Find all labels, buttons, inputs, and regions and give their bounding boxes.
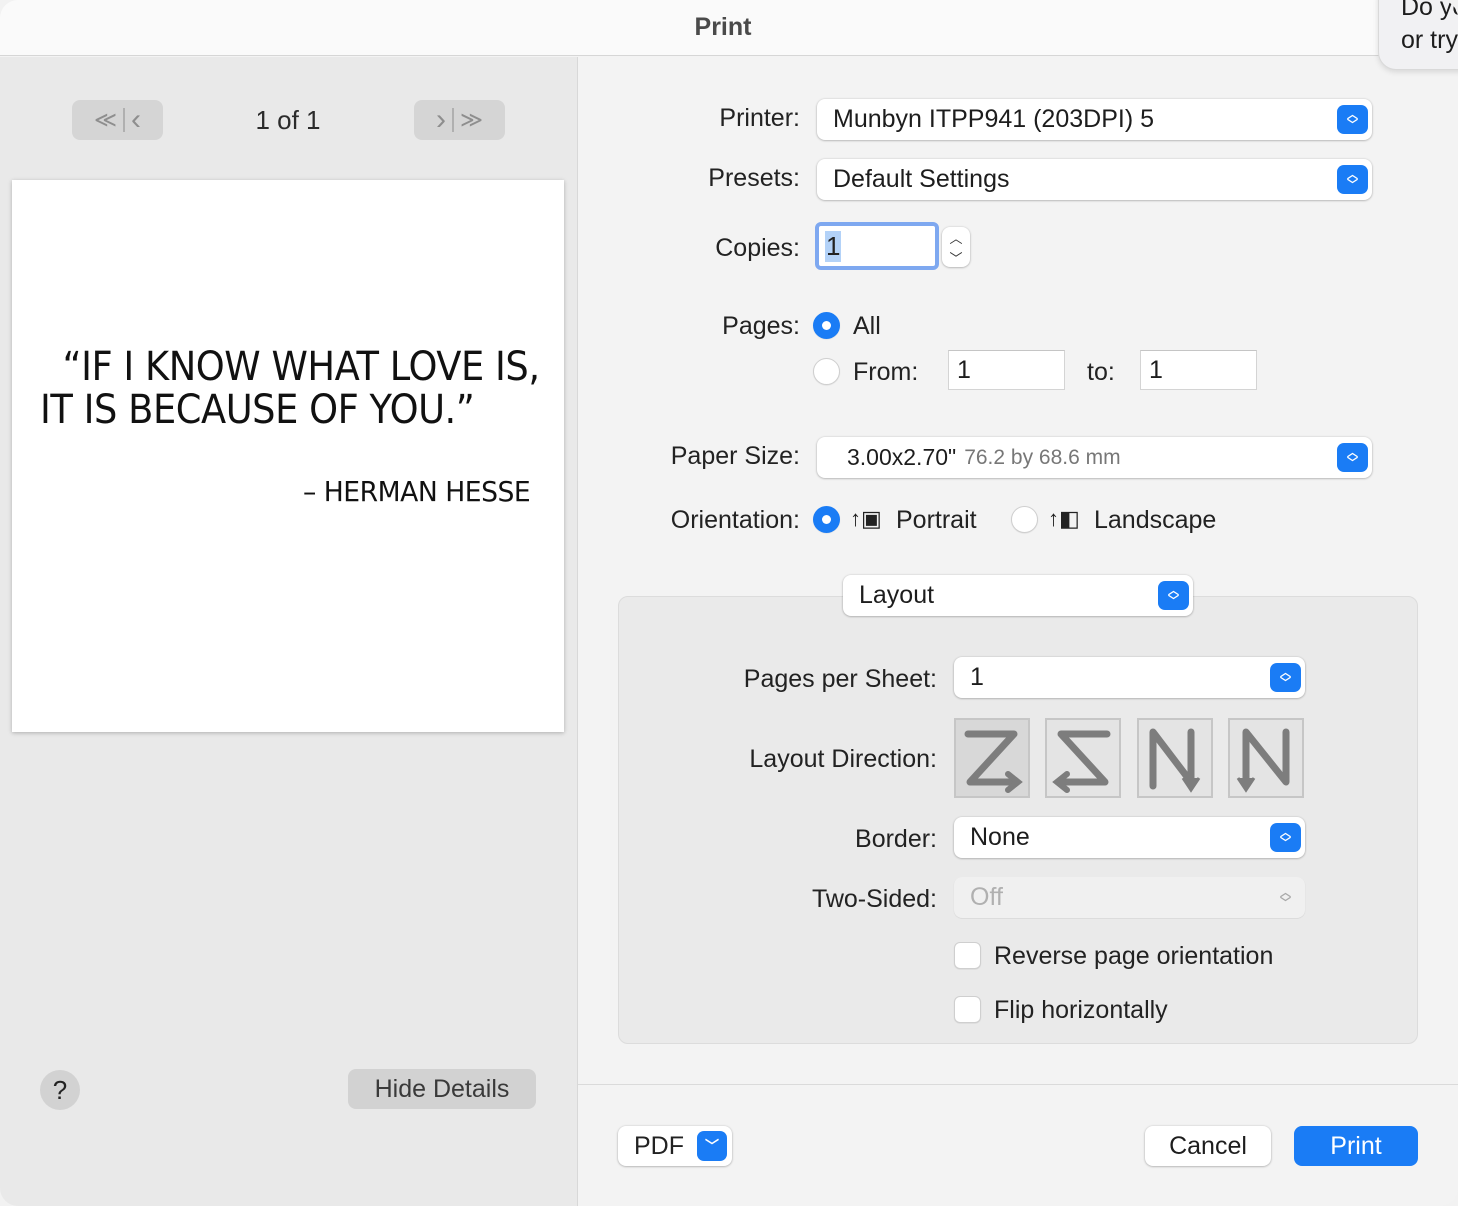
- popup-arrows-icon: ︿ ﹀: [1270, 823, 1301, 852]
- pages-to-input[interactable]: 1: [1140, 350, 1257, 390]
- layout-direction-z-button[interactable]: [954, 718, 1030, 798]
- layout-n-icon: [1236, 728, 1290, 793]
- dialog-title: Print: [694, 13, 752, 41]
- orientation-portrait-label: Portrait: [896, 506, 977, 534]
- chevron-down-icon: ﹀: [697, 1131, 727, 1161]
- background-tooltip: Do yo or try: [1378, 0, 1458, 70]
- printer-value: Munbyn ITPP941 (203DPI) 5: [833, 105, 1154, 133]
- copies-input[interactable]: 1: [815, 222, 939, 270]
- copies-stepper[interactable]: ︿ ﹀: [942, 227, 970, 267]
- popup-arrows-icon: ︿ ﹀: [1270, 663, 1301, 692]
- border-label: Border:: [855, 825, 937, 853]
- increment-icon[interactable]: ︿: [949, 228, 962, 247]
- layout-reverse-n-icon: [1149, 728, 1201, 793]
- layout-z-icon: [964, 730, 1023, 793]
- two-sided-select[interactable]: Off ︿ ﹀: [954, 877, 1305, 918]
- last-page-button[interactable]: ≫: [460, 107, 483, 133]
- section-value: Layout: [859, 581, 935, 609]
- two-sided-value: Off: [970, 883, 1003, 911]
- nav-divider: [451, 108, 454, 132]
- print-dialog: Print Do yo or try ≪ ‹ 1 of 1 › ≫ “IF I …: [0, 0, 1458, 1206]
- page-preview: “IF I KNOW WHAT LOVE IS, IT IS BECAUSE O…: [12, 180, 564, 732]
- pages-label: Pages:: [722, 312, 800, 340]
- paper-size-select[interactable]: 3.00x2.70" 76.2 by 68.6 mm ︿ ﹀: [817, 437, 1372, 478]
- print-button[interactable]: Print: [1294, 1126, 1418, 1166]
- border-select[interactable]: None ︿ ﹀: [954, 817, 1305, 858]
- popup-arrows-icon: ︿ ﹀: [1280, 886, 1291, 909]
- pages-from-input[interactable]: 1: [948, 350, 1065, 390]
- pages-all-label: All: [853, 312, 881, 340]
- printer-select[interactable]: Munbyn ITPP941 (203DPI) 5 ︿ ﹀: [817, 99, 1372, 140]
- preview-pane: ≪ ‹ 1 of 1 › ≫ “IF I KNOW WHAT LOVE IS, …: [0, 57, 578, 1206]
- layout-reverse-z-icon: [1052, 730, 1111, 793]
- pages-per-sheet-select[interactable]: 1 ︿ ﹀: [954, 657, 1305, 698]
- paper-size-metric: 76.2 by 68.6 mm: [964, 445, 1121, 469]
- pdf-menu-button[interactable]: PDF ﹀: [618, 1126, 732, 1166]
- presets-select[interactable]: Default Settings ︿ ﹀: [817, 159, 1372, 200]
- popup-arrows-icon: ︿ ﹀: [1337, 443, 1368, 472]
- orientation-landscape-radio[interactable]: [1011, 506, 1038, 533]
- help-button[interactable]: ?: [40, 1070, 80, 1110]
- cancel-button[interactable]: Cancel: [1145, 1126, 1271, 1166]
- first-page-button[interactable]: ≪: [94, 107, 117, 133]
- section-select[interactable]: Layout ︿ ﹀: [843, 575, 1193, 616]
- footer-divider: [578, 1084, 1458, 1085]
- pages-to-label: to:: [1087, 358, 1115, 386]
- page-indicator: 1 of 1: [255, 105, 321, 135]
- layout-direction-n-button[interactable]: [1228, 718, 1304, 798]
- two-sided-label: Two-Sided:: [811, 885, 937, 913]
- preview-quote: “IF I KNOW WHAT LOVE IS, IT IS BECAUSE O…: [40, 344, 540, 433]
- orientation-label: Orientation:: [670, 506, 800, 534]
- copies-value: 1: [825, 230, 842, 262]
- landscape-icon: ↑◧: [1048, 506, 1080, 531]
- next-page-button[interactable]: ›: [436, 103, 446, 137]
- printer-label: Printer:: [719, 104, 800, 132]
- hide-details-button[interactable]: Hide Details: [348, 1069, 536, 1109]
- border-value: None: [970, 823, 1030, 851]
- pages-all-radio[interactable]: [813, 312, 840, 339]
- reverse-page-orientation-checkbox[interactable]: [954, 942, 981, 969]
- orientation-portrait-radio[interactable]: [813, 506, 840, 533]
- presets-value: Default Settings: [833, 165, 1010, 193]
- flip-horizontally-checkbox[interactable]: [954, 996, 981, 1023]
- paper-size-label: Paper Size:: [670, 442, 800, 470]
- layout-direction-reverse-n-button[interactable]: [1137, 718, 1213, 798]
- nav-divider: [123, 108, 126, 132]
- layout-direction-label: Layout Direction:: [749, 745, 937, 773]
- pages-range-radio[interactable]: [813, 358, 840, 385]
- paper-size-value: 3.00x2.70": [847, 444, 957, 470]
- pages-per-sheet-label: Pages per Sheet:: [743, 665, 937, 693]
- presets-label: Presets:: [708, 164, 800, 192]
- layout-direction-reverse-z-button[interactable]: [1045, 718, 1121, 798]
- reverse-page-orientation-label: Reverse page orientation: [994, 942, 1274, 970]
- pages-per-sheet-value: 1: [970, 663, 984, 691]
- previous-page-button[interactable]: ‹: [131, 103, 141, 137]
- popup-arrows-icon: ︿ ﹀: [1337, 165, 1368, 194]
- copies-label: Copies:: [715, 234, 800, 262]
- pages-from-label: From:: [853, 358, 919, 386]
- flip-horizontally-label: Flip horizontally: [994, 996, 1168, 1024]
- portrait-icon: ↑▣: [850, 506, 882, 531]
- decrement-icon[interactable]: ﹀: [949, 248, 962, 267]
- popup-arrows-icon: ︿ ﹀: [1337, 105, 1368, 134]
- title-bar: Print: [0, 0, 1458, 56]
- orientation-landscape-label: Landscape: [1094, 506, 1217, 534]
- next-page-group: › ≫: [414, 100, 505, 140]
- prev-page-group: ≪ ‹: [72, 100, 163, 140]
- preview-author: – HERMAN HESSE: [302, 475, 531, 508]
- pdf-label: PDF: [634, 1131, 684, 1160]
- popup-arrows-icon: ︿ ﹀: [1158, 581, 1189, 610]
